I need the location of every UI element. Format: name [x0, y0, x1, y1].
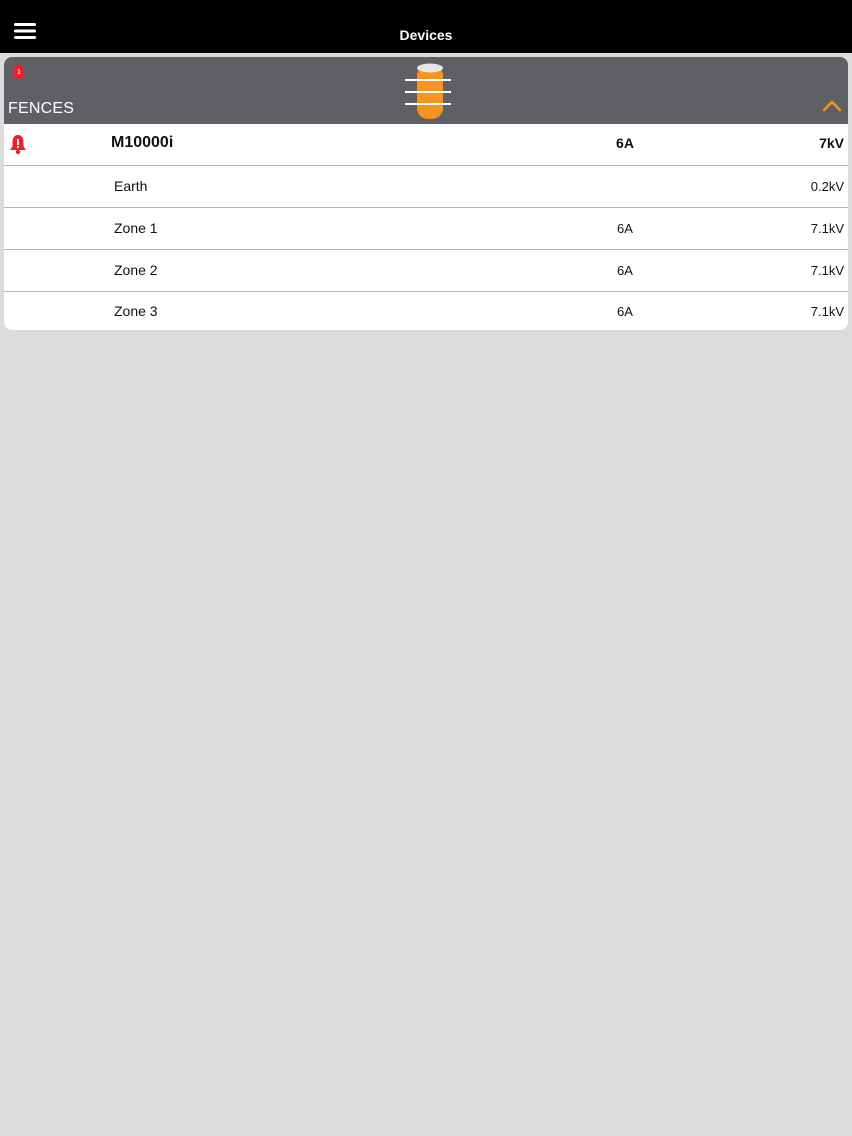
- reading-name: Zone 1: [114, 220, 158, 236]
- reading-name: Earth: [114, 178, 148, 194]
- reading-voltage: 7.1kV: [810, 263, 844, 278]
- page-title: Devices: [399, 27, 453, 43]
- alarm-count: 1: [17, 69, 21, 76]
- fences-group-header[interactable]: 1 FENCES: [4, 57, 848, 124]
- reading-voltage: 7.1kV: [810, 304, 844, 319]
- bell-alarm-icon: [8, 133, 28, 155]
- reading-voltage: 7.1kV: [810, 221, 844, 236]
- chevron-up-icon[interactable]: [822, 99, 842, 113]
- device-name: M10000i: [111, 134, 174, 151]
- reading-current: 6A: [617, 263, 633, 278]
- reading-current: 6A: [617, 221, 633, 236]
- alarm-badge-icon: 1: [10, 63, 28, 81]
- device-row[interactable]: M10000i 6A 7kV: [4, 124, 848, 166]
- device-card: M10000i 6A 7kV Earth 0.2kV Zone 1 6A 7.1…: [4, 124, 848, 330]
- reading-voltage: 0.2kV: [810, 179, 844, 194]
- reading-name: Zone 3: [114, 303, 158, 319]
- device-voltage: 7kV: [819, 135, 844, 151]
- top-navigation-bar: Devices: [0, 0, 852, 53]
- device-current: 6A: [616, 135, 634, 151]
- reading-row-zone-1[interactable]: Zone 1 6A 7.1kV: [4, 208, 848, 250]
- reading-row-earth[interactable]: Earth 0.2kV: [4, 166, 848, 208]
- fence-post-icon: [399, 61, 455, 121]
- reading-row-zone-3[interactable]: Zone 3 6A 7.1kV: [4, 291, 848, 332]
- group-label: FENCES: [8, 100, 75, 117]
- reading-current: 6A: [617, 304, 633, 319]
- reading-row-zone-2[interactable]: Zone 2 6A 7.1kV: [4, 250, 848, 292]
- reading-name: Zone 2: [114, 262, 158, 278]
